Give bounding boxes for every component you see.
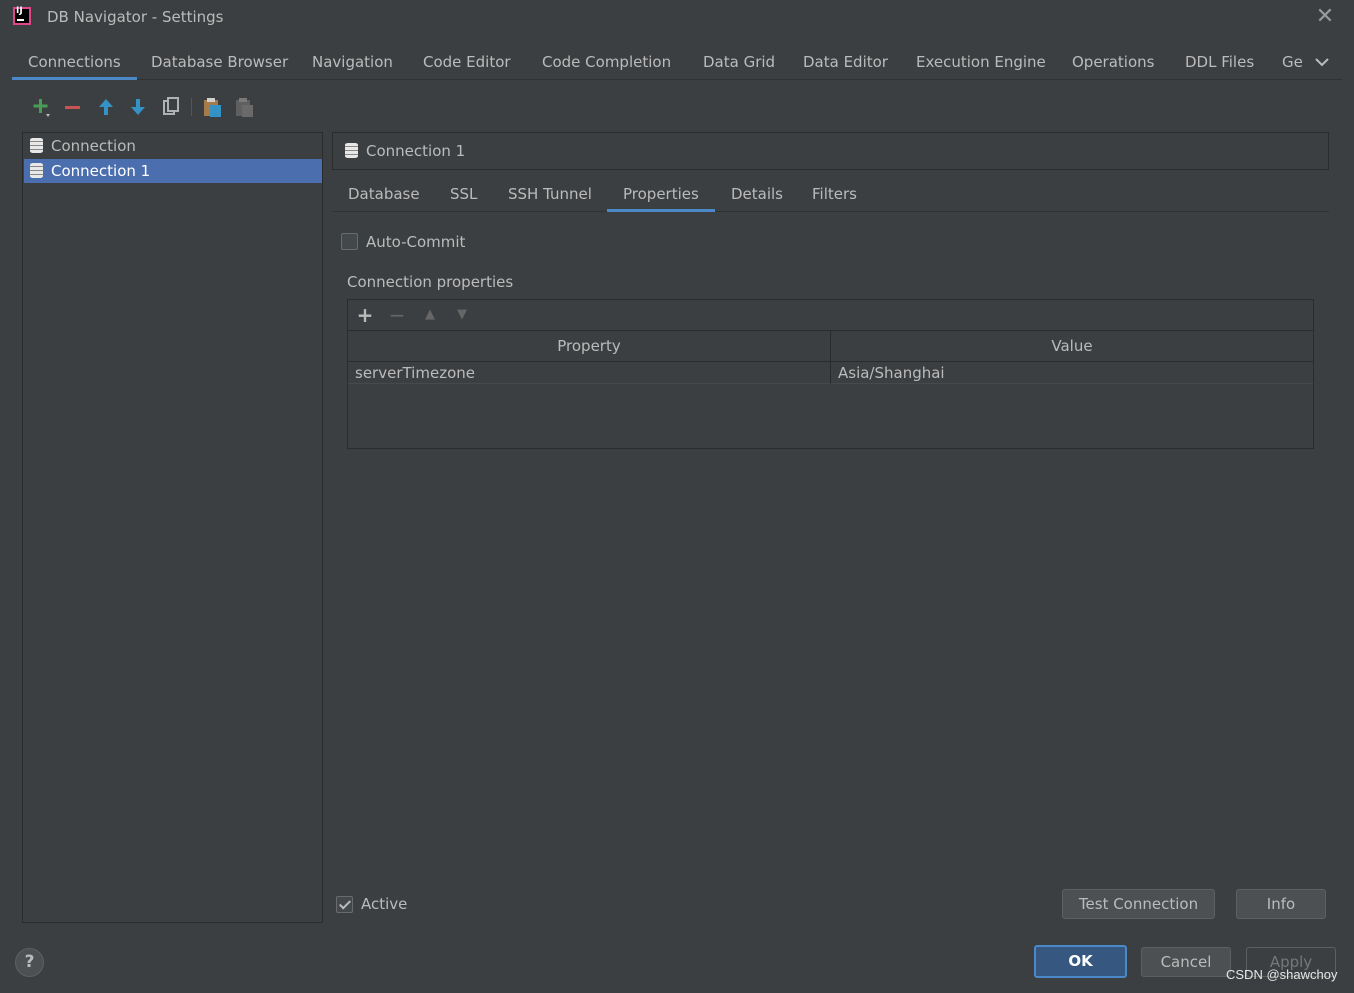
cell-property[interactable]: serverTimezone — [348, 362, 830, 384]
tab-ssl[interactable]: SSL — [434, 177, 493, 212]
column-header-value[interactable]: Value — [831, 331, 1313, 362]
cell-value[interactable]: Asia/Shanghai — [831, 362, 1313, 384]
column-divider[interactable] — [830, 331, 831, 384]
tab-connections[interactable]: Connections — [12, 44, 137, 80]
move-up-icon[interactable] — [96, 96, 116, 118]
column-header-property[interactable]: Property — [348, 331, 830, 362]
chevron-down-icon[interactable] — [1312, 52, 1332, 72]
active-label: Active — [361, 895, 408, 913]
connection-title: Connection 1 — [366, 142, 466, 160]
active-checkbox[interactable] — [336, 896, 353, 913]
remove-property-icon: − — [388, 303, 406, 327]
connection-header: Connection 1 — [332, 132, 1329, 170]
cancel-button[interactable]: Cancel — [1141, 947, 1231, 977]
tab-filters[interactable]: Filters — [796, 177, 873, 212]
tab-execution-engine[interactable]: Execution Engine — [900, 44, 1062, 80]
move-property-down-icon: ▼ — [457, 307, 467, 322]
connection-properties-panel: + − ▲ ▼ Property Value serverTimezone As… — [347, 299, 1314, 449]
paste-disabled-icon — [236, 98, 253, 117]
tab-general-truncated[interactable]: Ge — [1266, 44, 1312, 80]
properties-toolbar: + − ▲ ▼ — [348, 300, 1313, 331]
window-title: DB Navigator - Settings — [47, 8, 224, 26]
tab-properties[interactable]: Properties — [607, 177, 715, 212]
tree-item-label: Connection 1 — [51, 162, 151, 180]
move-property-up-icon: ▲ — [425, 307, 435, 322]
test-connection-button[interactable]: Test Connection — [1062, 889, 1215, 919]
tab-code-completion[interactable]: Code Completion — [526, 44, 687, 80]
close-icon[interactable]: ✕ — [1314, 6, 1336, 28]
main-tab-bar: Connections Database Browser Navigation … — [12, 44, 1342, 80]
tab-database-browser[interactable]: Database Browser — [135, 44, 304, 80]
connection-properties-label: Connection properties — [347, 273, 514, 291]
auto-commit-checkbox[interactable] — [341, 233, 358, 250]
remove-icon[interactable] — [63, 96, 83, 118]
tab-navigation[interactable]: Navigation — [296, 44, 409, 80]
tree-item-connection-1[interactable]: Connection 1 — [24, 159, 322, 183]
title-bar: IJ DB Navigator - Settings ✕ — [0, 0, 1354, 36]
paste-icon[interactable] — [202, 96, 222, 118]
tab-ddl-files[interactable]: DDL Files — [1169, 44, 1270, 80]
tree-item-connection[interactable]: Connection — [24, 134, 322, 158]
copy-icon[interactable] — [161, 96, 181, 118]
tab-data-editor[interactable]: Data Editor — [787, 44, 904, 80]
tab-operations[interactable]: Operations — [1056, 44, 1170, 80]
info-button[interactable]: Info — [1236, 889, 1326, 919]
help-button[interactable]: ? — [15, 948, 44, 977]
tree-item-label: Connection — [51, 137, 136, 155]
database-icon — [345, 143, 358, 158]
tab-ssh-tunnel[interactable]: SSH Tunnel — [492, 177, 608, 212]
toolbar-separator — [191, 98, 192, 116]
database-icon — [30, 163, 43, 178]
ok-button[interactable]: OK — [1034, 945, 1127, 978]
auto-commit-label: Auto-Commit — [366, 233, 466, 251]
connections-tree: Connection Connection 1 — [22, 132, 323, 923]
connections-toolbar — [28, 96, 268, 120]
watermark: CSDN @shawchoy — [1226, 967, 1338, 982]
tab-database[interactable]: Database — [332, 177, 436, 212]
add-property-icon[interactable]: + — [354, 303, 376, 327]
add-icon[interactable] — [31, 96, 51, 118]
tab-code-editor[interactable]: Code Editor — [407, 44, 527, 80]
intellij-logo-icon: IJ — [13, 6, 31, 25]
tab-data-grid[interactable]: Data Grid — [687, 44, 791, 80]
move-down-icon[interactable] — [128, 96, 148, 118]
tab-details[interactable]: Details — [715, 177, 799, 212]
database-icon — [30, 138, 43, 153]
connection-tab-bar: Database SSL SSH Tunnel Properties Detai… — [332, 177, 1329, 212]
